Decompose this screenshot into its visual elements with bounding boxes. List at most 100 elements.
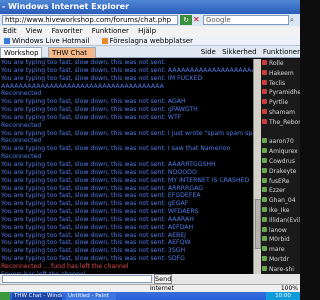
- user-icon: [262, 187, 267, 193]
- user-list-item[interactable]: M0rbid: [261, 235, 300, 245]
- user-name: The_Reborn: [269, 118, 300, 126]
- user-list-item[interactable]: Ezzer: [261, 186, 300, 196]
- chat-line: You are typing too fast, slow down, this…: [1, 200, 189, 208]
- user-icon: [262, 265, 267, 271]
- user-list: Rolle Hakeem Teclis Pyramidhe Pyrtlie shamam T…: [261, 59, 300, 274]
- user-list-item[interactable]: shamam: [261, 108, 300, 118]
- tab-row: Workshop THW Chat Side Sikkerhed Funktio…: [0, 46, 300, 58]
- link-suggested-sites[interactable]: Föreslagna webbplatser: [101, 36, 193, 46]
- chat-line: You are typing too fast, slow down, this…: [1, 184, 204, 192]
- user-icon: [262, 167, 267, 173]
- user-name: Ghan_04: [269, 197, 296, 205]
- address-bar[interactable]: http://www.hiveworkshop.com/forums/chat.…: [2, 15, 178, 25]
- tool-safety[interactable]: Sikkerhed: [222, 48, 257, 56]
- tab-thw-chat[interactable]: THW Chat: [48, 47, 96, 58]
- menu-bar: Edit View Favoriter Funktioner Hjälp: [0, 26, 300, 36]
- user-icon: [262, 246, 267, 252]
- menu-item-help[interactable]: Hjälp: [138, 26, 156, 36]
- user-list-item[interactable]: Mortdr: [261, 255, 300, 265]
- command-bar: Side Sikkerhed Funktioner: [197, 46, 300, 58]
- send-button[interactable]: Send: [154, 274, 172, 284]
- user-list-item[interactable]: [261, 128, 300, 138]
- user-name: Cowdrus: [269, 157, 295, 165]
- taskbar: THW Chat - Windows... Untitled - Paint 1…: [0, 292, 300, 300]
- operator-icon: [262, 108, 267, 114]
- system-tray-clock: 10:00: [266, 292, 300, 300]
- user-list-item[interactable]: lanow: [261, 226, 300, 236]
- chat-line: Reconnected: [1, 137, 42, 145]
- user-name: Illidan(Evil): [269, 216, 300, 224]
- link-hotmail[interactable]: Windows Live Hotmail: [4, 36, 89, 46]
- user-icon: [262, 177, 267, 183]
- menu-item-view[interactable]: View: [26, 26, 43, 36]
- tab-workshop[interactable]: Workshop: [0, 47, 42, 58]
- user-list-item[interactable]: Nare-shi: [261, 265, 300, 274]
- chat-line: Reconnected: [1, 153, 42, 161]
- user-list-item[interactable]: Pyramidhe: [261, 88, 300, 98]
- stop-icon[interactable]: ✕: [193, 15, 202, 25]
- chat-message-input[interactable]: [2, 275, 152, 283]
- operator-icon: [262, 89, 267, 95]
- start-button[interactable]: [0, 292, 10, 300]
- user-list-item[interactable]: Cowdrus: [261, 157, 300, 167]
- user-name: fusERe: [269, 177, 290, 185]
- chat-line: You are typing too fast, slow down, this…: [1, 208, 199, 216]
- user-icon: [262, 255, 267, 261]
- menu-item-favorites[interactable]: Favoriter: [52, 26, 83, 36]
- chat-scrollbar[interactable]: [253, 59, 261, 274]
- chat-line: You are typing too fast, slow down, this…: [1, 113, 182, 121]
- taskbar-item-paint[interactable]: Untitled - Paint: [66, 293, 116, 300]
- user-list-item[interactable]: Amiqurex: [261, 147, 300, 157]
- user-name: Pyrtlie: [269, 99, 289, 107]
- chat-line: You are typing too fast, slow down, this…: [1, 129, 253, 137]
- tool-tools[interactable]: Funktioner: [263, 48, 300, 56]
- operator-icon: [262, 118, 267, 124]
- user-icon: [262, 138, 267, 144]
- user-list-item[interactable]: Rolle: [261, 59, 300, 69]
- user-list-item[interactable]: Ike_Ike: [261, 206, 300, 216]
- address-row: http://www.hiveworkshop.com/forums/chat.…: [0, 14, 300, 26]
- operator-icon: [262, 99, 267, 105]
- refresh-icon[interactable]: ↻: [180, 15, 192, 25]
- user-name: Drakeyte: [269, 167, 297, 175]
- user-list-item[interactable]: The_Reborn: [261, 118, 300, 128]
- user-name: aaron70: [269, 138, 294, 146]
- chat-input-row: Send: [0, 274, 300, 284]
- zoom-level[interactable]: 100%: [281, 285, 298, 292]
- tool-page[interactable]: Side: [201, 48, 216, 56]
- user-list-item[interactable]: aaron70: [261, 137, 300, 147]
- user-name: Nare-shi: [269, 265, 294, 273]
- chat-log[interactable]: You are typing too fast, slow down, this…: [0, 59, 253, 274]
- chat-line: You are typing too fast, slow down, this…: [1, 160, 216, 168]
- chat-line: You are typing too fast, slow down, this…: [1, 59, 166, 66]
- user-name: Rolle: [269, 60, 284, 67]
- menu-item-edit[interactable]: Edit: [3, 26, 17, 36]
- links-bar: Windows Live Hotmail Föreslagna webbplat…: [0, 36, 300, 46]
- user-name: Pyramidhe: [269, 89, 300, 97]
- user-list-item[interactable]: fusERe: [261, 177, 300, 187]
- user-name: Ike_Ike: [269, 206, 290, 214]
- search-input[interactable]: Google: [203, 15, 289, 25]
- menu-item-tools[interactable]: Funktioner: [92, 26, 129, 36]
- chat-line: You are typing too fast, slow down, this…: [1, 192, 201, 200]
- security-zone: Internet: [150, 285, 174, 292]
- user-name: Mortdr: [269, 255, 289, 263]
- user-list-item[interactable]: Ghan_04: [261, 196, 300, 206]
- chat-line: You are typing too fast, slow down, this…: [1, 239, 191, 247]
- user-list-item[interactable]: Pyrtlie: [261, 98, 300, 108]
- user-icon: [262, 226, 267, 232]
- user-list-item[interactable]: Drakeyte: [261, 167, 300, 177]
- user-list-item[interactable]: Illidan(Evil): [261, 216, 300, 226]
- chat-line: You are typing too fast, slow down, this…: [1, 98, 186, 106]
- user-name: lanow: [269, 226, 287, 234]
- user-list-item[interactable]: Hakeem: [261, 69, 300, 79]
- user-list-item[interactable]: mare: [261, 245, 300, 255]
- operator-icon: [262, 60, 267, 65]
- chat-line: You are typing too fast, slow down, this…: [1, 106, 198, 114]
- user-name: Amiqurex: [269, 148, 298, 156]
- user-icon: [262, 148, 267, 154]
- suggested-sites-icon: [101, 38, 108, 44]
- user-list-item[interactable]: Teclis: [261, 79, 300, 89]
- search-icon[interactable]: ⌕: [290, 15, 299, 25]
- taskbar-item-chat[interactable]: THW Chat - Windows...: [12, 293, 62, 300]
